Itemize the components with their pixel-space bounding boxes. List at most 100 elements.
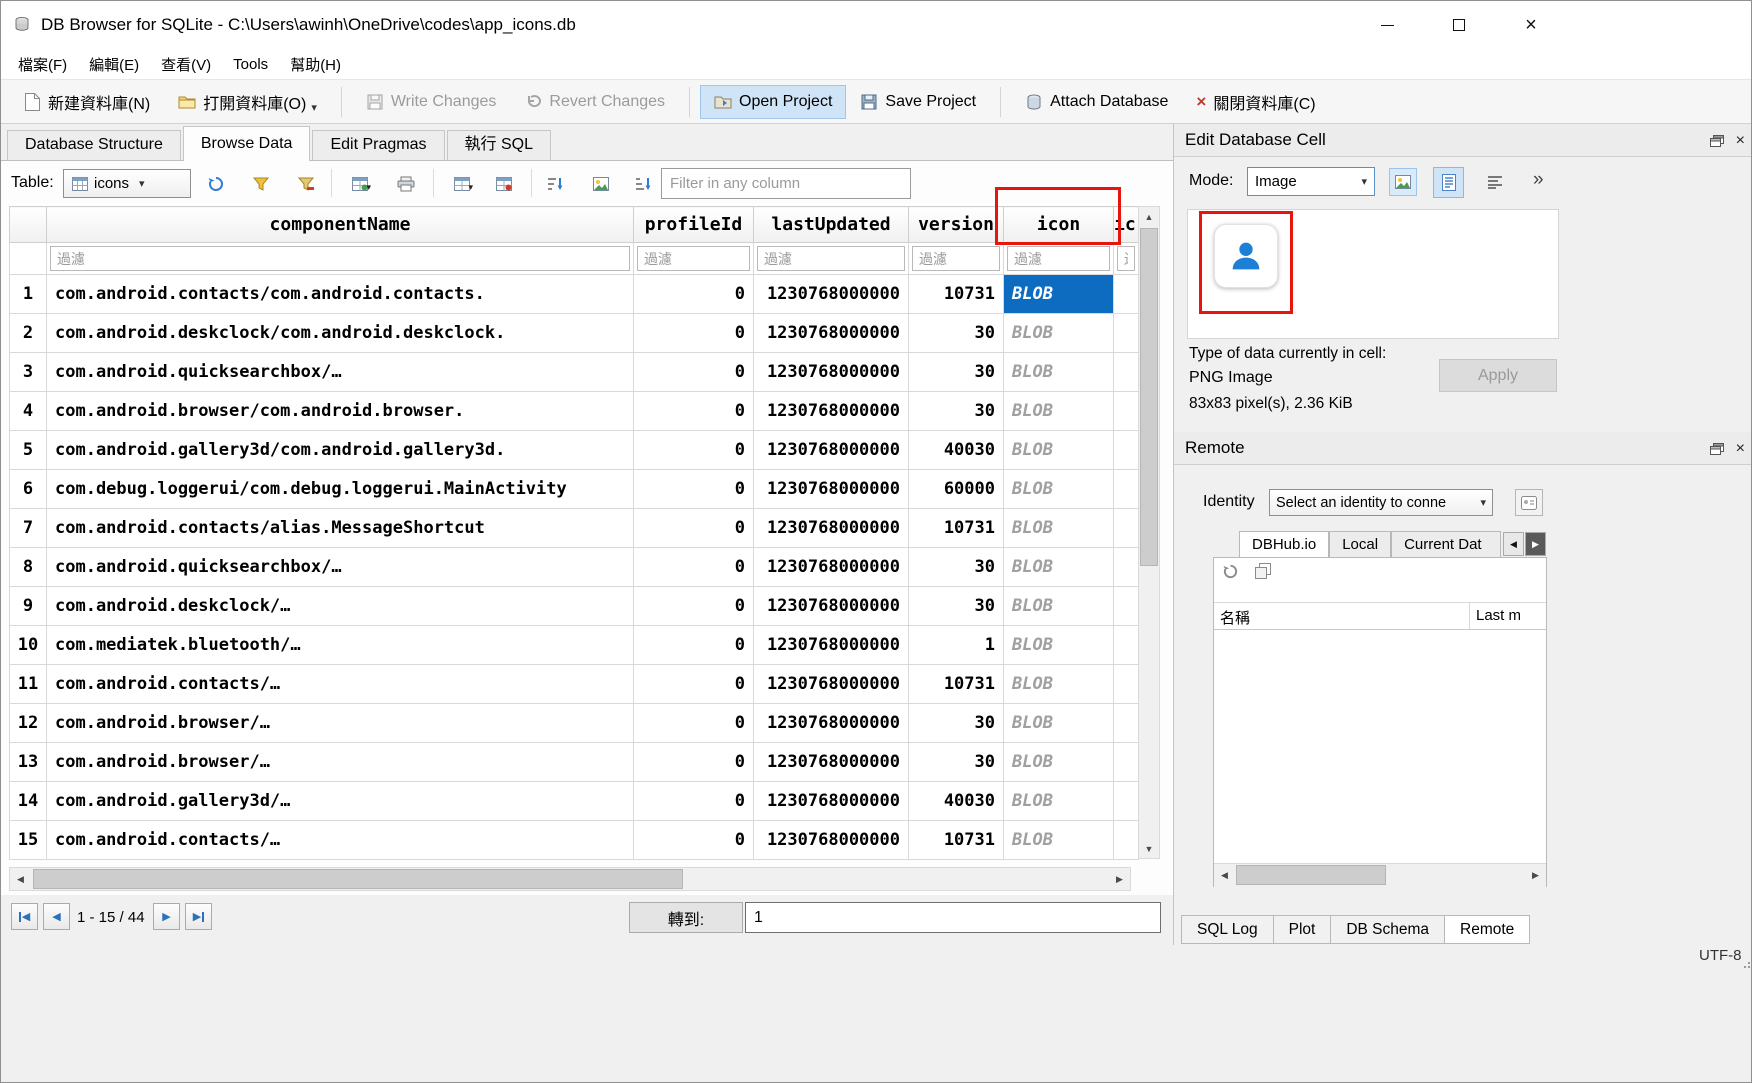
cell-version[interactable]: 30: [909, 704, 1004, 743]
cell-componentName[interactable]: com.android.browser/…: [47, 704, 634, 743]
cell-componentName[interactable]: com.android.gallery3d/com.android.galler…: [47, 431, 634, 470]
tab-remote[interactable]: Remote: [1444, 915, 1530, 944]
toolbar-overflow-icon[interactable]: »: [1533, 169, 1544, 191]
cell-componentName[interactable]: com.android.deskclock/com.android.deskcl…: [47, 314, 634, 353]
insert-record-button[interactable]: ▾: [447, 169, 477, 198]
cell-version[interactable]: 10731: [909, 509, 1004, 548]
close-panel-icon[interactable]: ×: [1736, 440, 1745, 458]
filter-input-overflow[interactable]: [1117, 246, 1135, 271]
cell-componentName[interactable]: com.android.contacts/…: [47, 665, 634, 704]
cell-lastUpdated[interactable]: 1230768000000: [754, 509, 909, 548]
new-database-button[interactable]: 新建資料庫(N): [9, 82, 164, 122]
apply-button[interactable]: Apply: [1439, 359, 1557, 392]
cell-icon[interactable]: BLOB: [1004, 470, 1114, 509]
tab-edit-pragmas[interactable]: Edit Pragmas: [312, 130, 444, 160]
cell-version[interactable]: 30: [909, 587, 1004, 626]
write-changes-button[interactable]: Write Changes: [352, 85, 511, 119]
table-row[interactable]: 13 com.android.browser/… 0 1230768000000…: [10, 743, 1139, 782]
cell-profileId[interactable]: 0: [634, 782, 754, 821]
close-button[interactable]: ×: [1495, 1, 1567, 49]
tab-scroll-right-button[interactable]: ▶: [1525, 532, 1546, 556]
cell-lastUpdated[interactable]: 1230768000000: [754, 470, 909, 509]
float-panel-icon[interactable]: [1710, 443, 1724, 455]
cell-lastUpdated[interactable]: 1230768000000: [754, 587, 909, 626]
cell-profileId[interactable]: 0: [634, 431, 754, 470]
dock-divider[interactable]: [1173, 124, 1174, 945]
text-mode-button[interactable]: [1433, 167, 1464, 198]
row-number[interactable]: 12: [10, 704, 47, 743]
vertical-scroll-thumb[interactable]: [1140, 228, 1158, 566]
row-number[interactable]: 15: [10, 821, 47, 860]
row-number[interactable]: 11: [10, 665, 47, 704]
row-number[interactable]: 8: [10, 548, 47, 587]
first-record-button[interactable]: ◀: [11, 903, 38, 930]
scroll-down-button[interactable]: ▼: [1139, 839, 1159, 858]
cell-icon[interactable]: BLOB: [1004, 665, 1114, 704]
cell-profileId[interactable]: 0: [634, 821, 754, 860]
tab-sql-log[interactable]: SQL Log: [1181, 915, 1274, 944]
cell-icon[interactable]: BLOB: [1004, 314, 1114, 353]
cell-overflow[interactable]: [1114, 392, 1139, 431]
col-header-profileId[interactable]: profileId: [634, 207, 754, 243]
remote-col-last-modified[interactable]: Last m: [1470, 603, 1546, 629]
cell-icon[interactable]: BLOB: [1004, 587, 1114, 626]
table-row[interactable]: 11 com.android.contacts/… 0 123076800000…: [10, 665, 1139, 704]
cell-overflow[interactable]: [1114, 626, 1139, 665]
table-row[interactable]: 6 com.debug.loggerui/com.debug.loggerui.…: [10, 470, 1139, 509]
save-project-button[interactable]: Save Project: [846, 85, 990, 119]
cell-profileId[interactable]: 0: [634, 470, 754, 509]
scroll-left-button[interactable]: ◀: [1214, 864, 1235, 886]
cell-overflow[interactable]: [1114, 509, 1139, 548]
export-image-button[interactable]: [586, 169, 616, 198]
row-number[interactable]: 2: [10, 314, 47, 353]
sort-asc-button[interactable]: [541, 169, 571, 198]
resize-grip[interactable]: [1743, 957, 1752, 969]
cell-lastUpdated[interactable]: 1230768000000: [754, 275, 909, 314]
cell-profileId[interactable]: 0: [634, 743, 754, 782]
identity-settings-button[interactable]: [1515, 489, 1543, 516]
tab-dbhub[interactable]: DBHub.io: [1239, 531, 1329, 557]
menu-view[interactable]: 查看(V): [150, 50, 222, 79]
cell-icon[interactable]: BLOB: [1004, 821, 1114, 860]
table-row[interactable]: 1 com.android.contacts/com.android.conta…: [10, 275, 1139, 314]
horizontal-scroll-thumb[interactable]: [1236, 865, 1386, 885]
scroll-left-button[interactable]: ◀: [10, 868, 31, 890]
cell-componentName[interactable]: com.android.contacts/…: [47, 821, 634, 860]
last-record-button[interactable]: ▶: [185, 903, 212, 930]
cell-version[interactable]: 1: [909, 626, 1004, 665]
cell-version[interactable]: 40030: [909, 782, 1004, 821]
cell-componentName[interactable]: com.android.quicksearchbox/…: [47, 353, 634, 392]
print-button[interactable]: [391, 169, 421, 198]
cell-version[interactable]: 30: [909, 353, 1004, 392]
cell-icon[interactable]: BLOB: [1004, 353, 1114, 392]
cell-overflow[interactable]: [1114, 314, 1139, 353]
col-header-lastUpdated[interactable]: lastUpdated: [754, 207, 909, 243]
cell-version[interactable]: 10731: [909, 821, 1004, 860]
cell-profileId[interactable]: 0: [634, 548, 754, 587]
cell-profileId[interactable]: 0: [634, 704, 754, 743]
tab-browse-data[interactable]: Browse Data: [183, 126, 311, 161]
float-panel-icon[interactable]: [1710, 135, 1724, 147]
table-row[interactable]: 8 com.android.quicksearchbox/… 0 1230768…: [10, 548, 1139, 587]
scroll-right-button[interactable]: ▶: [1109, 868, 1130, 890]
cell-profileId[interactable]: 0: [634, 509, 754, 548]
col-header-version[interactable]: version: [909, 207, 1004, 243]
cell-lastUpdated[interactable]: 1230768000000: [754, 821, 909, 860]
cell-overflow[interactable]: [1114, 548, 1139, 587]
cell-version[interactable]: 10731: [909, 275, 1004, 314]
remote-col-name[interactable]: 名稱: [1214, 603, 1470, 629]
cell-profileId[interactable]: 0: [634, 665, 754, 704]
cell-profileId[interactable]: 0: [634, 353, 754, 392]
horizontal-scroll-thumb[interactable]: [33, 869, 683, 889]
revert-changes-button[interactable]: Revert Changes: [510, 85, 679, 119]
previous-record-button[interactable]: ◀: [43, 903, 70, 930]
cell-overflow[interactable]: [1114, 275, 1139, 314]
cell-overflow[interactable]: [1114, 587, 1139, 626]
close-panel-icon[interactable]: ×: [1736, 132, 1745, 150]
cell-version[interactable]: 30: [909, 743, 1004, 782]
tab-database-structure[interactable]: Database Structure: [7, 130, 181, 160]
row-number[interactable]: 7: [10, 509, 47, 548]
tab-current-database[interactable]: Current Dat: [1391, 531, 1501, 557]
cell-version[interactable]: 30: [909, 548, 1004, 587]
cell-profileId[interactable]: 0: [634, 587, 754, 626]
